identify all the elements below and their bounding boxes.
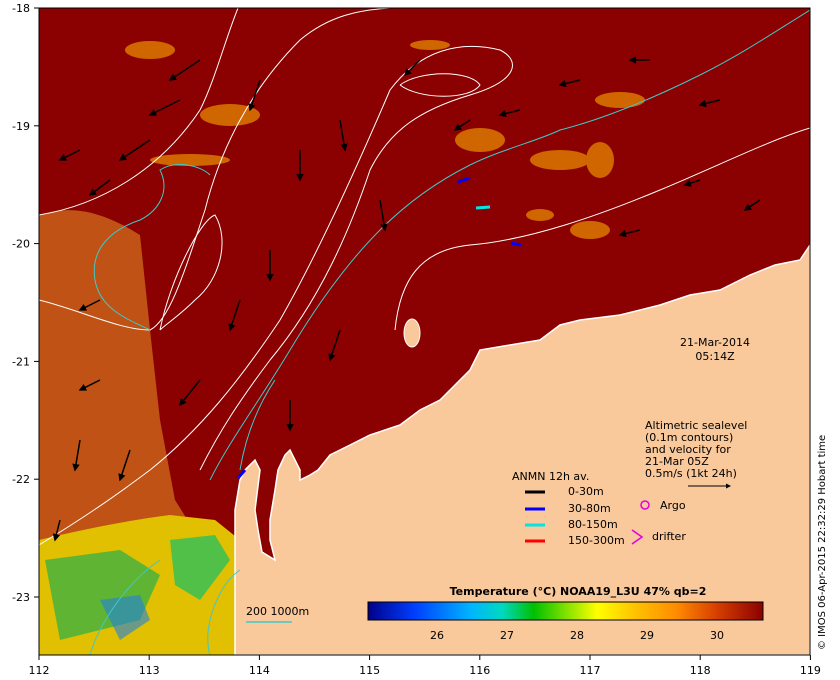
x-tick-label: 117 — [580, 664, 601, 677]
colorbar-title: Temperature (°C) NOAA19_L3U 47% qb=2 — [450, 585, 707, 598]
colorbar-scale — [367, 601, 764, 621]
island — [403, 318, 421, 348]
x-tick-label: 118 — [690, 664, 711, 677]
colorbar-tick: 26 — [430, 629, 444, 642]
x-tick-label: 115 — [359, 664, 380, 677]
y-tick-label: -20 — [12, 238, 30, 251]
x-tick-label: 112 — [29, 664, 50, 677]
argo-label: Argo — [660, 499, 686, 512]
mooring-arrow-blue-2 — [510, 241, 522, 247]
y-tick-label: -21 — [12, 355, 30, 368]
legend-title: ANMN 12h av. — [512, 470, 589, 483]
drifter-label: drifter — [652, 530, 686, 543]
x-tick-label: 116 — [469, 664, 490, 677]
credit-text: © IMOS 06-Apr-2015 22:32:29 Hobart time — [817, 434, 828, 650]
legend-label: 30-80m — [568, 502, 611, 515]
mooring-arrow-cyan — [475, 205, 491, 210]
colorbar-tick: 27 — [500, 629, 514, 642]
y-tick-label: -18 — [12, 2, 30, 15]
y-tick-label: -22 — [12, 473, 30, 486]
colorbar-tick: 30 — [710, 629, 724, 642]
sst-map: 112 113 114 115 116 117 118 119 -18 -19 -20 -21 -22… — [12, 2, 821, 677]
y-axis: -18 -19 -20 -21 -22 -23 — [12, 2, 39, 604]
map-date: 21-Mar-2014 — [680, 336, 750, 349]
x-tick-label: 119 — [800, 664, 821, 677]
legend-label: 80-150m — [568, 518, 618, 531]
legend-label: 0-30m — [568, 485, 604, 498]
y-tick-label: -23 — [12, 591, 30, 604]
x-tick-label: 113 — [139, 664, 160, 677]
colorbar-tick: 28 — [570, 629, 584, 642]
colorbar-tick: 29 — [640, 629, 654, 642]
y-tick-label: -19 — [12, 120, 30, 133]
altimetry-note-line: 0.5m/s (1kt 24h) — [645, 467, 737, 480]
map-area — [39, 8, 810, 655]
map-time: 05:14Z — [695, 350, 735, 363]
x-axis: 112 113 114 115 116 117 118 119 — [29, 655, 821, 677]
x-tick-label: 114 — [249, 664, 270, 677]
legend-label: 150-300m — [568, 534, 625, 547]
scale-label: 200 1000m — [246, 605, 309, 618]
